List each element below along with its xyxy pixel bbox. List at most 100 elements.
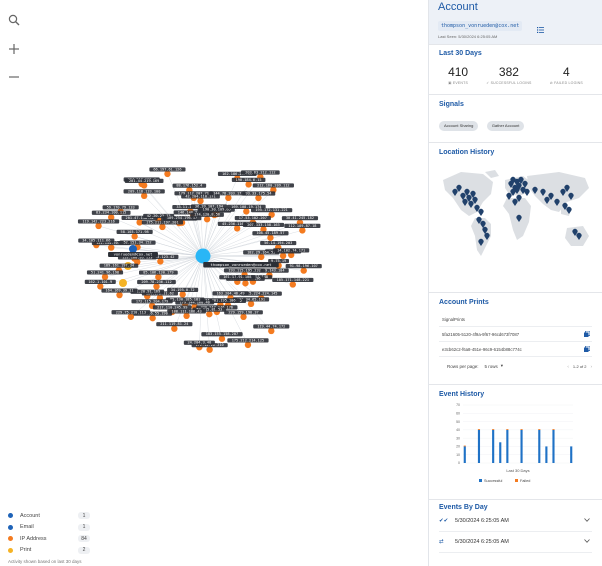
account-prints-section: Account Prints SignalPrints 5fa21605-512… xyxy=(429,292,602,384)
signalprint-value: 5fa21605-5120-4f9a-9f67-96cd673f7087 xyxy=(442,331,520,337)
ip-address-node[interactable] xyxy=(245,181,252,188)
account-email-chip[interactable]: thompson_vonrueden@cox.net xyxy=(438,21,523,31)
event-day-row[interactable]: ✔✔ 5/30/2024 6:25:05 AM xyxy=(439,511,592,532)
ip-address-node[interactable] xyxy=(206,346,213,353)
ip-address-node[interactable] xyxy=(153,283,160,290)
ip-address-node[interactable] xyxy=(233,225,241,232)
event-day-row[interactable]: ⇄ 5/30/2024 6:25:05 AM xyxy=(439,532,592,553)
ip-address-node[interactable] xyxy=(206,310,213,318)
successful-bar[interactable] xyxy=(499,442,502,463)
ip-address-node[interactable] xyxy=(131,233,138,240)
ip-address-label: 185.171.148.221 xyxy=(277,278,309,282)
ip-address-label: 108.45.189.57 xyxy=(256,231,284,235)
copy-icon[interactable] xyxy=(584,345,591,353)
legend-item-email[interactable]: Email 1 xyxy=(8,522,90,534)
chevron-down-icon[interactable] xyxy=(584,539,590,545)
graph-legend: Account 1 Email 1 IP Address 84 Print 2 … xyxy=(8,510,90,564)
ip-address-node[interactable] xyxy=(258,253,265,261)
stat-label: SUCCESSFUL LOGINS xyxy=(490,81,532,85)
zoom-in-icon[interactable] xyxy=(4,39,24,59)
world-map[interactable] xyxy=(439,166,593,262)
ip-address-node[interactable] xyxy=(164,170,171,178)
ip-address-node[interactable] xyxy=(247,300,255,308)
ip-address-node[interactable] xyxy=(171,325,178,332)
ip-address-node[interactable] xyxy=(108,244,115,251)
signals-section: Signals Account Sharing Gather Account xyxy=(429,94,602,142)
legend-item-print[interactable]: Print 2 xyxy=(8,545,90,557)
last-30-days-section: Last 30 Days 410 ▣ EVENTS 382 ✓ SUCCESSF… xyxy=(429,44,602,94)
ip-address-node[interactable] xyxy=(300,267,307,274)
failed-bar[interactable] xyxy=(506,429,509,430)
location-pin-icon[interactable] xyxy=(524,188,530,196)
ip-address-node[interactable] xyxy=(95,222,102,230)
print-node[interactable] xyxy=(119,279,127,287)
failed-bar[interactable] xyxy=(538,429,541,430)
legend-label: Print xyxy=(20,547,32,554)
ip-address-node[interactable] xyxy=(255,194,262,202)
ip-address-node[interactable] xyxy=(244,341,252,349)
ip-address-node[interactable] xyxy=(140,192,148,200)
ip-address-node[interactable] xyxy=(116,291,123,299)
location-pin-icon[interactable] xyxy=(478,208,484,216)
failed-bar[interactable] xyxy=(463,445,466,447)
page-range: 1-2 of 2 xyxy=(572,363,587,369)
ip-address-node[interactable] xyxy=(159,223,166,231)
legend-item-account[interactable]: Account 1 xyxy=(8,510,90,522)
successful-bar[interactable] xyxy=(492,429,495,463)
successful-bar[interactable] xyxy=(506,429,509,463)
legend-note: Activity shown based on last 30 days xyxy=(8,559,82,564)
prev-page-icon[interactable]: ‹ xyxy=(567,364,569,369)
print-dot-icon xyxy=(8,547,13,553)
event-history-chart[interactable]: 0 10 20 30 40 50 60 70 Last 30 Days Successful Fai… xyxy=(439,401,593,499)
failed-bar[interactable] xyxy=(552,429,555,430)
ip-address-node[interactable] xyxy=(243,208,250,215)
zoom-out-icon[interactable] xyxy=(4,67,24,87)
ip-address-node[interactable] xyxy=(127,313,135,320)
legend-label: Email xyxy=(20,524,34,531)
section-title: Events By Day xyxy=(439,504,488,511)
ip-address-node[interactable] xyxy=(289,281,296,288)
successful-bar[interactable] xyxy=(552,429,555,463)
ip-address-label: 188.111.186.43 xyxy=(171,309,201,313)
list-icon[interactable] xyxy=(537,20,544,38)
successful-bar[interactable] xyxy=(545,446,548,463)
rows-per-page-select[interactable]: 5 rows xyxy=(485,364,498,369)
copy-icon[interactable] xyxy=(584,330,591,338)
ip-address-node[interactable] xyxy=(225,194,232,202)
next-page-icon[interactable]: › xyxy=(591,364,593,369)
ip-address-node[interactable] xyxy=(267,234,274,241)
successful-bar[interactable] xyxy=(570,446,573,463)
chevron-down-icon[interactable] xyxy=(584,518,590,524)
signal-chip-account-sharing[interactable]: Account Sharing xyxy=(439,120,479,131)
ip-address-node[interactable] xyxy=(157,258,164,265)
successful-bar[interactable] xyxy=(538,429,541,463)
ip-address-node[interactable] xyxy=(183,312,190,320)
event-timestamp: 5/30/2024 6:25:05 AM xyxy=(455,518,509,524)
failed-bar[interactable] xyxy=(520,429,523,430)
ip-address-node[interactable] xyxy=(268,327,275,335)
successful-bar[interactable] xyxy=(477,429,481,463)
dropdown-caret-icon[interactable]: ▾ xyxy=(501,363,503,369)
ip-address-node[interactable] xyxy=(149,314,156,322)
successful-bar[interactable] xyxy=(520,429,523,463)
ip-address-node[interactable] xyxy=(197,197,204,205)
ip-address-label: 175.212.214.125 xyxy=(232,338,264,342)
successful-bar[interactable] xyxy=(463,446,466,463)
ip-address-node[interactable] xyxy=(240,313,247,321)
failed-bar[interactable] xyxy=(492,429,495,430)
ip-address-node[interactable] xyxy=(218,335,226,342)
ip-address-node[interactable] xyxy=(203,216,211,223)
legend-item-ip-address[interactable]: IP Address 84 xyxy=(8,533,90,545)
section-title: Event History xyxy=(439,391,485,398)
network-graph[interactable]: 213.231.88.14182.29.164.559.75.1991.98.1… xyxy=(0,0,428,566)
search-icon[interactable] xyxy=(4,10,24,30)
ip-address-node[interactable] xyxy=(299,227,306,234)
failed-bar[interactable] xyxy=(477,429,481,430)
signal-chip-gather-account[interactable]: Gather Account xyxy=(486,120,525,131)
ip-address-node[interactable] xyxy=(242,280,249,287)
graph-canvas[interactable]: 213.231.88.14182.29.164.559.75.1991.98.1… xyxy=(0,0,428,566)
ip-address-node[interactable] xyxy=(140,182,148,189)
account-center-node[interactable] xyxy=(195,248,211,264)
ip-address-label: 195.172.131.221 xyxy=(255,208,287,212)
ip-address-label: 58.103.171.98 xyxy=(121,230,149,234)
